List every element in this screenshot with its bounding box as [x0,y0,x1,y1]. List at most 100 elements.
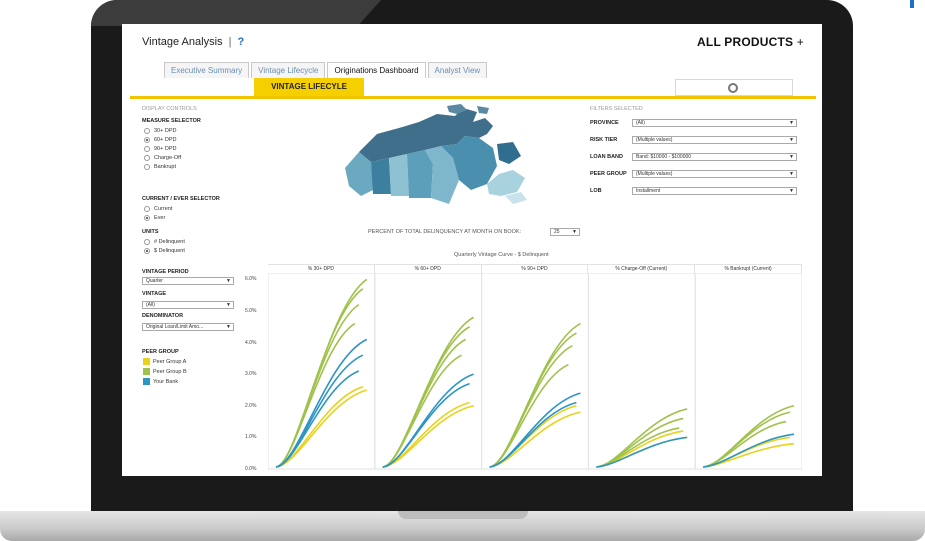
panel-frame [374,273,483,470]
vintage-curve-line [703,420,787,468]
vintage-curve-line [489,404,577,468]
products-label: ALL PRODUCTS [697,35,794,49]
plus-icon: + [796,35,804,49]
chevron-down-icon: ▼ [789,154,794,160]
map-region-ab [371,158,391,194]
chevron-down-icon: ▼ [789,137,794,143]
panel-header: % 30+ DPD [268,264,375,273]
month-on-book-value: 25 [554,229,560,235]
filter-value: (Multiple values) [636,137,673,143]
help-icon[interactable]: ? [238,36,245,48]
filter-select[interactable]: (Multiple values) ▼ [632,136,797,144]
filter-value: Band: $10000 - $100000 [636,154,692,160]
measure-radio-3[interactable] [144,155,150,161]
vintage-curve-line [596,417,684,468]
tab-originations-dashboard[interactable]: Originations Dashboard [327,62,426,78]
filter-value: (Multiple values) [636,171,673,177]
vintage-period-select[interactable]: Quarter ▼ [142,277,234,285]
units-option-label: $ Delinquent [154,248,185,254]
month-on-book-select[interactable]: 25 ▼ [550,228,580,236]
dashboard-screen: Vintage Analysis | ? ALL PRODUCTS + Exec… [122,24,822,476]
tab-bar: Executive Summary Vintage Lifecycle Orig… [164,62,489,78]
measure-option-label: Bankrupt [154,164,177,170]
units-label: UNITS [142,229,159,235]
panel-header: % Bankrupt (Current) [695,264,802,273]
panel-frame [481,273,589,470]
chart-title: Quarterly Vintage Curve - $ Delinquent [454,252,549,258]
section-banner: VINTAGE LIFECYLE [254,78,364,96]
filters-title: FILTERS SELECTED [590,106,643,112]
current-ever-radio-1[interactable] [144,215,150,221]
map-region-sk [389,154,409,196]
measure-option-label: 60+ DPD [154,137,177,143]
map-caption: PERCENT OF TOTAL DELINQUENCY AT MONTH ON… [368,229,522,235]
vintage-curve-line [489,363,569,468]
legend-swatch-peer-b [143,368,150,375]
panel-header: % 90+ DPD [481,264,589,273]
map-provinces [345,104,527,204]
units-radio-0[interactable] [144,239,150,245]
laptop-mockup: Vintage Analysis | ? ALL PRODUCTS + Exec… [0,0,925,541]
tab-analyst-view[interactable]: Analyst View [427,62,488,78]
y-tick-label: 3.0% [245,371,257,378]
display-controls-title: DISPLAY CONTROLS [142,106,197,112]
vintage-curve-line [275,322,356,468]
peer-group-legend-label: PEER GROUP [142,349,179,355]
map-region-atlantic [487,170,525,196]
y-tick-label: 0.0% [245,466,257,472]
vintage-curve-line [382,316,474,468]
measure-option-label: 30+ DPD [154,128,177,134]
chevron-down-icon: ▼ [789,120,794,126]
vintage-value: (All) [146,302,155,308]
legend-label-your-bank: Your Bank [153,379,179,385]
measure-option-label: Charge-Off [154,155,182,161]
units-radio-1[interactable] [144,248,150,254]
chevron-down-icon: ▼ [789,171,794,177]
measure-radio-2[interactable] [144,146,150,152]
vintage-label: VINTAGE [142,291,167,297]
panel-header: % 60+ DPD [374,264,482,273]
chevron-down-icon: ▼ [789,188,794,194]
filter-label: PEER GROUP [590,171,627,177]
filter-select[interactable]: Installment ▼ [632,187,797,195]
y-tick-label: 1.0% [245,434,257,441]
vintage-curve-line [275,303,360,468]
filter-label: LOAN BAND [590,154,623,160]
tab-executive-summary[interactable]: Executive Summary [164,62,250,78]
map-region-mb [407,150,433,198]
legend-label-peer-b: Peer Group B [153,369,187,375]
title-text: Vintage Analysis [142,36,223,48]
vintage-select[interactable]: (All) ▼ [142,301,234,309]
filter-select[interactable]: (Multiple values) ▼ [632,170,797,178]
current-ever-label: CURRENT / EVER SELECTOR [142,196,220,202]
y-tick-label: 2.0% [245,402,257,409]
banner-divider [130,96,816,99]
current-ever-radio-0[interactable] [144,206,150,212]
all-products-menu[interactable]: ALL PRODUCTS + [697,35,804,49]
legend-swatch-your-bank [143,378,150,385]
corner-accent [910,0,914,8]
status-box [675,79,793,96]
measure-radio-4[interactable] [144,164,150,170]
filter-select[interactable]: (All) ▼ [632,119,797,127]
vintage-curve-line [489,411,581,468]
y-tick-label: 4.0% [245,339,257,346]
filter-value: Installment [636,188,661,194]
vintage-period-label: VINTAGE PERIOD [142,269,189,275]
filter-value: (All) [636,120,645,126]
tab-vintage-lifecycle[interactable]: Vintage Lifecycle [251,62,326,78]
y-tick-label: 5.0% [245,307,257,314]
legend-label-peer-a: Peer Group A [153,359,187,365]
chevron-down-icon: ▼ [572,229,577,235]
laptop-notch [398,511,528,519]
legend-swatch-peer-a [143,358,150,365]
map-region-nl [497,142,521,164]
chevron-down-icon: ▼ [226,278,231,284]
denominator-select[interactable]: Original Loan/Limit Amo... ▼ [142,323,234,331]
units-option-label: # Delinquent [154,239,185,245]
measure-radio-0[interactable] [144,128,150,134]
page-title: Vintage Analysis | ? [142,36,244,48]
measure-radio-1[interactable] [144,137,150,143]
vintage-curve-line [489,322,581,468]
filter-select[interactable]: Band: $10000 - $100000 ▼ [632,153,797,161]
